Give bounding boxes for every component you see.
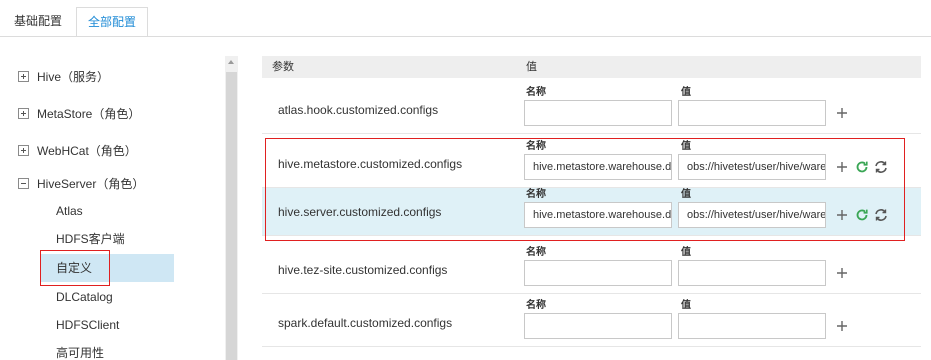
refresh-icon[interactable] [854,206,870,224]
table-row: spark.default.customized.configs 名称 值 [262,299,921,347]
refresh-icon[interactable] [854,158,870,176]
expand-box-icon[interactable] [18,71,29,82]
tree-child-dlcatalog[interactable]: DLCatalog [40,283,174,311]
tree-node-metastore[interactable]: MetaStore（角色） [18,105,140,123]
collapse-box-icon[interactable] [18,178,29,189]
table-row: hive.tez-site.customized.configs 名称 值 [262,246,921,294]
tree-scrollbar[interactable] [225,56,238,360]
tab-all-config[interactable]: 全部配置 [76,7,148,37]
scroll-up-arrow-icon[interactable] [228,60,234,64]
expand-box-icon[interactable] [18,145,29,156]
value-input[interactable]: obs://hivetest/user/hive/warehouse [678,202,826,228]
plus-icon[interactable] [834,206,850,224]
name-input[interactable]: hive.metastore.warehouse.dir [524,154,672,180]
tree-child-hdfs-client-cn[interactable]: HDFS客户端 [40,225,174,253]
name-label: 名称 [526,141,546,152]
config-tabs: 基础配置 全部配置 [0,0,931,37]
reset-icon[interactable] [873,206,889,224]
value-label: 值 [681,247,691,258]
param-name: hive.metastore.customized.configs [278,157,463,171]
header-param: 参数 [272,61,294,73]
tree-child-atlas[interactable]: Atlas [40,197,174,225]
config-tree: Hive（服务） MetaStore（角色） WebHCat（角色） HiveS… [0,56,240,360]
tree-child-custom[interactable]: 自定义 [40,254,174,282]
value-label: 值 [681,87,691,98]
value-input[interactable] [678,100,826,126]
name-input[interactable] [524,313,672,339]
tree-node-label: MetaStore（角色） [37,107,141,121]
scrollbar-thumb[interactable] [226,72,237,360]
value-label: 值 [681,189,691,200]
param-name: hive.server.customized.configs [278,205,442,219]
table-header: 参数 值 [262,56,921,78]
tree-node-webhcat[interactable]: WebHCat（角色） [18,142,137,160]
name-label: 名称 [526,87,546,98]
table-row: atlas.hook.customized.configs 名称 值 [262,86,921,134]
value-input[interactable]: obs://hivetest/user/hive/warehouse [678,154,826,180]
param-name: spark.default.customized.configs [278,316,453,330]
tabs-divider [0,36,931,37]
value-label: 值 [681,300,691,311]
value-input[interactable] [678,260,826,286]
tree-child-hdfsclient[interactable]: HDFSClient [40,311,174,339]
name-label: 名称 [526,247,546,258]
table-row: hive.metastore.customized.configs 名称 值 h… [262,140,921,188]
name-input[interactable] [524,260,672,286]
reset-icon[interactable] [873,158,889,176]
name-input[interactable]: hive.metastore.warehouse.dir [524,202,672,228]
name-label: 名称 [526,300,546,311]
name-input[interactable] [524,100,672,126]
table-row: hive.server.customized.configs 名称 值 hive… [262,188,921,236]
tab-basic-config[interactable]: 基础配置 [14,7,62,35]
value-input[interactable] [678,313,826,339]
param-name: hive.tez-site.customized.configs [278,263,448,277]
name-label: 名称 [526,189,546,200]
header-value: 值 [526,61,537,73]
param-name: atlas.hook.customized.configs [278,103,439,117]
expand-box-icon[interactable] [18,108,29,119]
plus-icon[interactable] [834,317,850,335]
tree-node-label: WebHCat（角色） [37,144,137,158]
tree-node-hive-service[interactable]: Hive（服务） [18,68,109,86]
tree-child-high-availability[interactable]: 高可用性 [40,339,174,360]
plus-icon[interactable] [834,264,850,282]
plus-icon[interactable] [834,158,850,176]
value-label: 值 [681,141,691,152]
tree-node-hiveserver[interactable]: HiveServer（角色） [18,175,144,193]
tree-node-label: HiveServer（角色） [37,177,145,191]
tree-node-label: Hive（服务） [37,70,110,84]
plus-icon[interactable] [834,104,850,122]
